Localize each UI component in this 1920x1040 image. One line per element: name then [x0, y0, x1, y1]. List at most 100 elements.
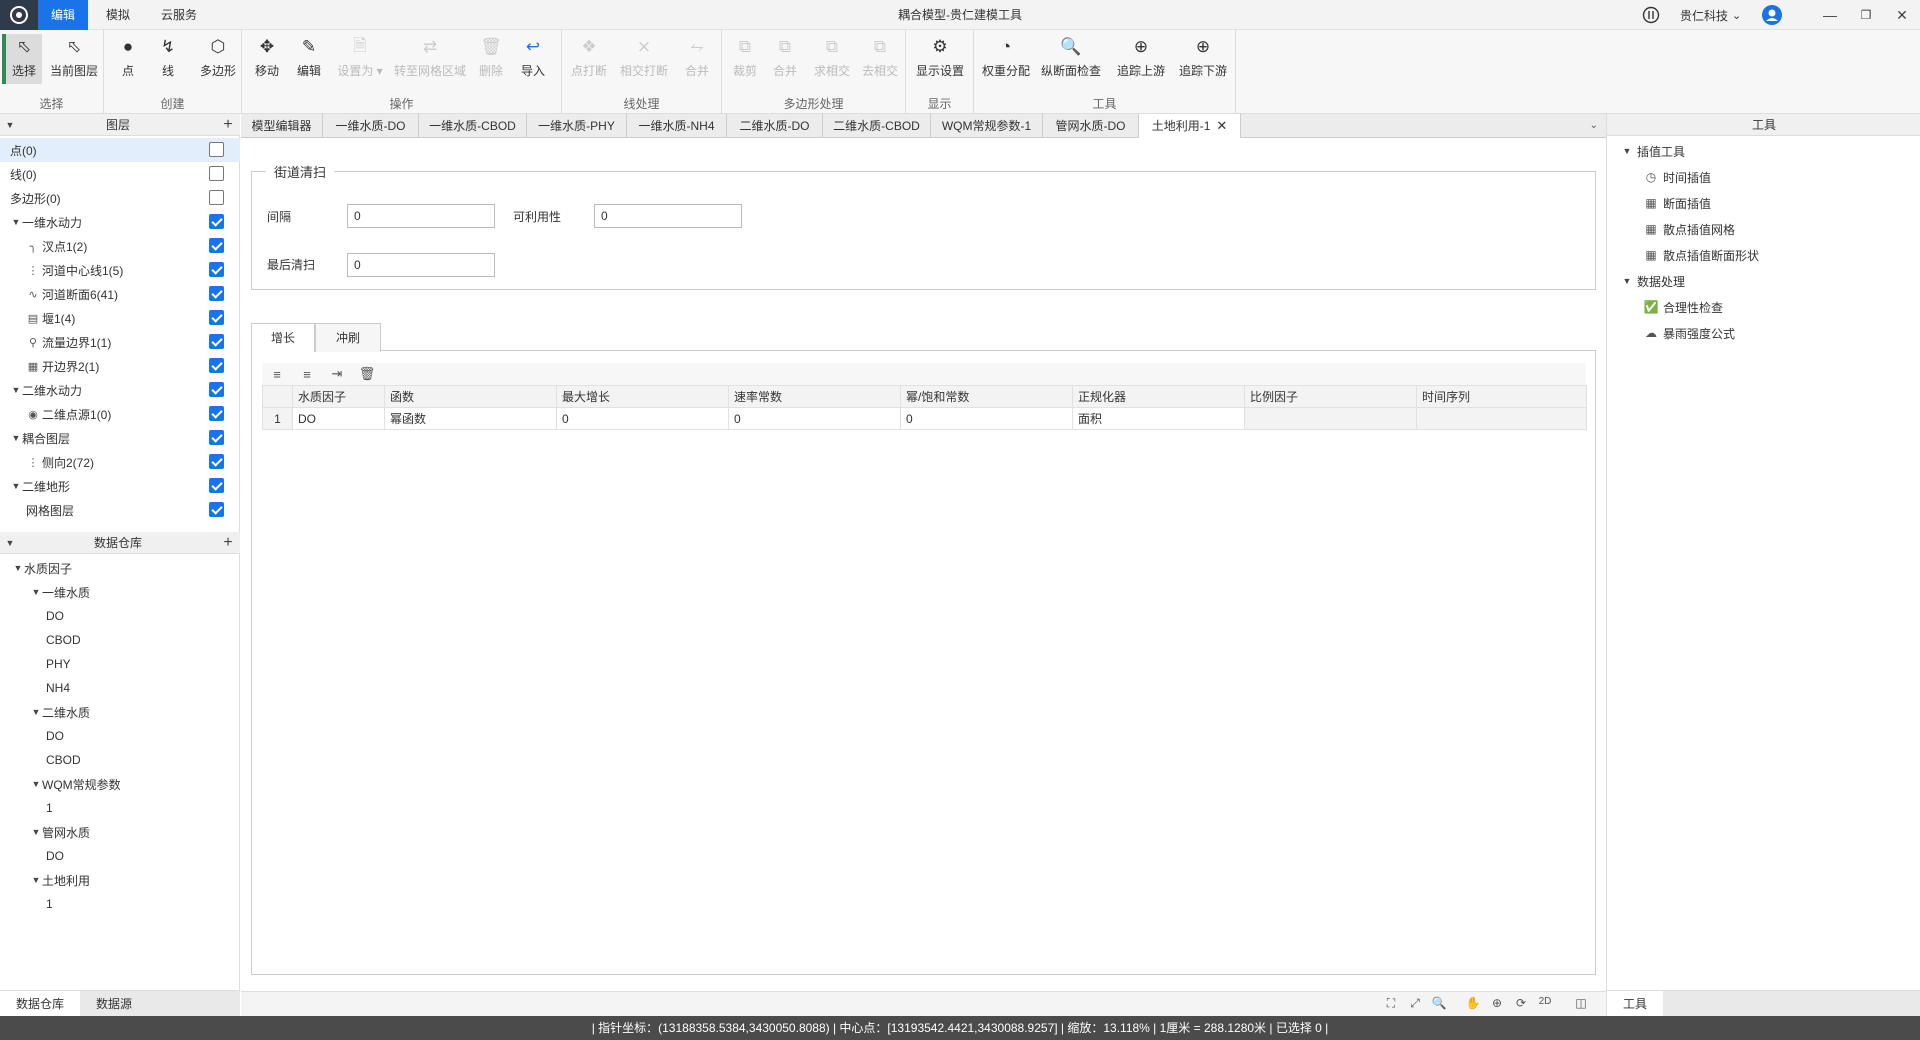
layer-row-junction[interactable]: ╮ 汊点1(2)	[0, 234, 240, 258]
layer-row-point-source[interactable]: ◉ 二维点源1(0)	[0, 402, 240, 426]
expand-arrow-icon[interactable]: ▼	[1621, 146, 1633, 156]
table-row[interactable]: 1 DO 幂函数 0 0 0 面积	[262, 407, 1587, 430]
expand-arrow-icon[interactable]: ▼	[10, 433, 22, 443]
tool-group-interpolation[interactable]: ▼ 插值工具	[1607, 138, 1920, 164]
weight-distribution-button[interactable]: ◔ 权重分配	[978, 34, 1034, 84]
layer-checkbox[interactable]	[209, 382, 224, 397]
polygon-button[interactable]: ⬡ 多边形	[196, 34, 240, 84]
full-extent-icon[interactable]: ⛶	[1381, 996, 1401, 1012]
pan-hand-icon[interactable]: ✋	[1463, 996, 1483, 1012]
layer-row-flow-boundary[interactable]: ⚲ 流量边界1(1)	[0, 330, 240, 354]
close-window-icon[interactable]: ✕	[1884, 0, 1920, 30]
point-button[interactable]: ● 点	[114, 34, 142, 84]
layer-row-centerline[interactable]: ⋮ 河道中心线1(5)	[0, 258, 240, 282]
mode-2d-toggle[interactable]: 2D	[1535, 996, 1555, 1012]
expand-arrow-icon[interactable]: ▼	[30, 779, 42, 789]
intersect-button[interactable]: ⧉ 求相交	[810, 34, 854, 84]
append-row-icon[interactable]: ⇥	[322, 366, 352, 382]
refresh-icon[interactable]: ⟳	[1511, 996, 1531, 1012]
column-header[interactable]: 最大增长	[556, 385, 729, 408]
tree-leaf[interactable]: DO	[0, 844, 240, 868]
intersect-break-button[interactable]: ⨯ 相交打断	[616, 34, 672, 84]
zoom-in-icon[interactable]: ⊕	[1487, 996, 1507, 1012]
layer-group-2d-terrain[interactable]: ▼ 二维地形	[0, 474, 240, 498]
tree-node[interactable]: ▼ 管网水质	[0, 820, 240, 844]
tree-node[interactable]: ▼ 二维水质	[0, 700, 240, 724]
tree-node[interactable]: ▼ 土地利用	[0, 868, 240, 892]
column-header[interactable]: 正规化器	[1072, 385, 1245, 408]
cell-rate-constant[interactable]: 0	[728, 407, 901, 430]
tree-leaf[interactable]: NH4	[0, 676, 240, 700]
doc-tab[interactable]: 一维水质-PHY	[527, 114, 627, 138]
menu-tab-edit[interactable]: 编辑	[38, 0, 88, 30]
merge-polygon-button[interactable]: ⧉ 合并	[768, 34, 802, 84]
merge-line-button[interactable]: ⥊ 合并	[680, 34, 714, 84]
layer-row-lateral[interactable]: ⋮ 侧向2(72)	[0, 450, 240, 474]
tool-time-interpolation[interactable]: ◷ 时间插值	[1607, 164, 1920, 190]
layer-checkbox[interactable]	[209, 142, 224, 157]
layer-row-points[interactable]: 点(0)	[0, 138, 240, 162]
layer-group-2d-hydro[interactable]: ▼ 二维水动力	[0, 378, 240, 402]
layer-checkbox[interactable]	[209, 190, 224, 205]
tree-node[interactable]: ▼ 一维水质	[0, 580, 240, 604]
layer-checkbox[interactable]	[209, 358, 224, 373]
remove-intersect-button[interactable]: ⧉ 去相交	[858, 34, 902, 84]
help-icon[interactable]	[1642, 0, 1660, 30]
column-header[interactable]: 比例因子	[1244, 385, 1417, 408]
column-header[interactable]: 速率常数	[728, 385, 901, 408]
tree-leaf[interactable]: CBOD	[0, 748, 240, 772]
layer-row-mesh[interactable]: 网格图层	[0, 498, 240, 522]
cell-power-constant[interactable]: 0	[900, 407, 1073, 430]
expand-arrow-icon[interactable]: ▼	[1621, 276, 1633, 286]
cell-max-buildup[interactable]: 0	[556, 407, 729, 430]
section-check-button[interactable]: 🔍 纵断面检查	[1038, 34, 1104, 84]
tree-leaf[interactable]: CBOD	[0, 628, 240, 652]
cell-function[interactable]: 幂函数	[384, 407, 557, 430]
layer-checkbox[interactable]	[209, 262, 224, 277]
column-header[interactable]: 水质因子	[292, 385, 385, 408]
layer-row-cross-section[interactable]: ∿ 河道断面6(41)	[0, 282, 240, 306]
cell-normalizer[interactable]: 面积	[1072, 407, 1245, 430]
tree-leaf[interactable]: 1	[0, 796, 240, 820]
import-button[interactable]: ↩ 导入	[516, 34, 550, 84]
availability-input[interactable]	[594, 204, 742, 228]
layer-row-polygons[interactable]: 多边形(0)	[0, 186, 240, 210]
tab-overflow-chevron-icon[interactable]: ⌄	[1590, 114, 1598, 138]
expand-arrow-icon[interactable]: ▼	[10, 385, 22, 395]
to-mesh-button[interactable]: ⇄ 转至网格区域	[392, 34, 468, 84]
line-button[interactable]: ↯ 线	[154, 34, 182, 84]
layer-checkbox[interactable]	[209, 430, 224, 445]
layer-row-weir[interactable]: ▤ 堰1(4)	[0, 306, 240, 330]
column-header[interactable]: 函数	[384, 385, 557, 408]
menu-tab-simulate[interactable]: 模拟	[96, 0, 140, 30]
user-avatar-icon[interactable]	[1762, 0, 1782, 30]
layer-checkbox[interactable]	[209, 502, 224, 517]
cell-pollutant[interactable]: DO	[292, 407, 385, 430]
tab-tools[interactable]: 工具	[1607, 991, 1663, 1017]
set-as-button[interactable]: 🗎 设置为 ▾	[332, 34, 388, 84]
company-menu[interactable]: 贵仁科技 ⌄	[1680, 0, 1741, 30]
cell-scale-factor[interactable]	[1244, 407, 1417, 430]
layer-checkbox[interactable]	[209, 406, 224, 421]
tool-group-data-processing[interactable]: ▼ 数据处理	[1607, 268, 1920, 294]
doc-tab-active[interactable]: 土地利用-1 ✕	[1139, 114, 1241, 138]
tree-node[interactable]: ▼ 水质因子	[0, 556, 240, 580]
last-sweep-input[interactable]	[347, 253, 495, 277]
doc-tab[interactable]: 二维水质-DO	[727, 114, 823, 138]
delete-button[interactable]: 🗑 删除	[474, 34, 508, 84]
tree-leaf[interactable]: 1	[0, 892, 240, 916]
add-layer-icon[interactable]: +	[216, 116, 240, 134]
tab-buildup[interactable]: 增长	[251, 323, 315, 352]
clip-button[interactable]: ⧉ 裁剪	[728, 34, 762, 84]
interval-input[interactable]	[347, 204, 495, 228]
layer-row-lines[interactable]: 线(0)	[0, 162, 240, 186]
close-tab-icon[interactable]: ✕	[1216, 118, 1227, 133]
add-data-icon[interactable]: +	[216, 534, 240, 552]
tree-node[interactable]: ▼ WQM常规参数	[0, 772, 240, 796]
trace-downstream-button[interactable]: ⊕ 追踪下游	[1176, 34, 1230, 84]
tool-section-interpolation[interactable]: ▦ 断面插值	[1607, 190, 1920, 216]
tool-scatter-section-shape[interactable]: ▦ 散点插值断面形状	[1607, 242, 1920, 268]
move-button[interactable]: ✥ 移动	[250, 34, 284, 84]
minimize-icon[interactable]: —	[1812, 0, 1848, 30]
column-header[interactable]: 幂/饱和常数	[900, 385, 1073, 408]
